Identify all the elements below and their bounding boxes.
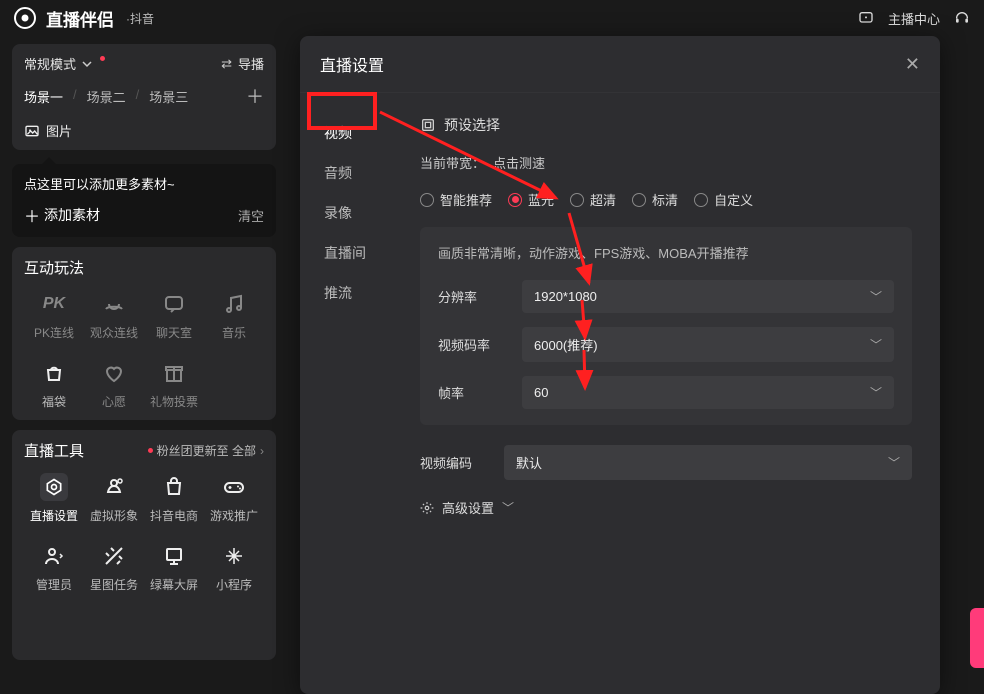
chevron-down-icon: ﹀ <box>870 288 882 305</box>
fps-select[interactable]: 60﹀ <box>522 376 894 409</box>
admin-tool[interactable]: 管理员 <box>24 542 84 593</box>
side-tab-handle[interactable] <box>970 608 984 668</box>
scene-panel: 常规模式 ⇄ 导播 场景一 / 场景二 / 场景三 ＋ <box>12 44 276 150</box>
miniapp-tool[interactable]: 小程序 <box>204 542 264 593</box>
quality-radio-group: 智能推荐 蓝光 超清 标清 自定义 <box>420 190 912 209</box>
mode-dot-icon <box>100 56 105 61</box>
radio-bluray[interactable]: 蓝光 <box>508 190 554 209</box>
tools-panel: 直播工具 粉丝团更新至 全部 › 直播设置 虚拟形象 抖音电商 游戏推广 管理员… <box>12 430 276 660</box>
fans-update-link[interactable]: 粉丝团更新至 全部 › <box>148 442 264 459</box>
radio-uhd[interactable]: 超清 <box>570 190 616 209</box>
nav-record[interactable]: 录像 <box>300 193 410 233</box>
live-settings-tool[interactable]: 直播设置 <box>24 473 84 524</box>
red-dot-icon <box>148 448 153 453</box>
star-task-tool[interactable]: 星图任务 <box>84 542 144 593</box>
radio-custom[interactable]: 自定义 <box>694 190 753 209</box>
chatroom-item[interactable]: 聊天室 <box>144 290 204 341</box>
bitrate-label: 视频码率 <box>438 335 502 354</box>
settings-modal: 直播设置 ✕ 视频 音频 录像 直播间 推流 预设选择 当前带 <box>300 36 940 694</box>
chevron-down-icon: ﹀ <box>870 384 882 401</box>
interactive-title: 互动玩法 <box>24 257 264 278</box>
guide-label: 导播 <box>238 54 264 73</box>
add-material-button[interactable]: ＋ 添加素材 <box>24 203 100 227</box>
modal-title: 直播设置 <box>320 52 384 76</box>
scene-tab-1[interactable]: 场景一 <box>24 87 63 106</box>
clear-button[interactable]: 清空 <box>238 206 264 225</box>
chevron-down-icon: ﹀ <box>888 454 900 471</box>
nav-audio[interactable]: 音频 <box>300 153 410 193</box>
content-area: 直播设置 ✕ 视频 音频 录像 直播间 推流 预设选择 当前带 <box>288 36 984 668</box>
app-name: 直播伴侣 <box>46 6 114 31</box>
modal-nav: 视频 音频 录像 直播间 推流 <box>300 93 410 694</box>
modal-content: 预设选择 当前带宽： 点击测速 智能推荐 蓝光 超清 标清 自定义 画质非 <box>410 93 940 694</box>
preset-label: 预设选择 <box>444 115 500 135</box>
chevron-down-icon <box>82 59 92 69</box>
pk-link-item[interactable]: PKPK连线 <box>24 290 84 341</box>
fps-label: 帧率 <box>438 383 502 402</box>
topbar-right: 主播中心 <box>858 9 970 28</box>
ecommerce-tool[interactable]: 抖音电商 <box>144 473 204 524</box>
close-button[interactable]: ✕ <box>905 54 920 75</box>
bandwidth-test-button[interactable]: 点击测速 <box>493 153 545 172</box>
interactive-panel: 互动玩法 PKPK连线 观众连线 聊天室 音乐 福袋 心愿 礼物投票 <box>12 247 276 420</box>
nav-video[interactable]: 视频 <box>300 113 410 153</box>
advanced-settings-button[interactable]: 高级设置 ﹀ <box>420 498 912 517</box>
music-item[interactable]: 音乐 <box>204 290 264 341</box>
game-promo-tool[interactable]: 游戏推广 <box>204 473 264 524</box>
chevron-down-icon: ﹀ <box>502 499 514 516</box>
radio-smart[interactable]: 智能推荐 <box>420 190 492 209</box>
encoding-label: 视频编码 <box>420 453 484 472</box>
add-scene-button[interactable]: ＋ <box>246 83 264 109</box>
gift-vote-item[interactable]: 礼物投票 <box>144 359 204 410</box>
resolution-select[interactable]: 1920*1080﹀ <box>522 280 894 313</box>
msg-icon[interactable] <box>858 10 874 26</box>
nav-room[interactable]: 直播间 <box>300 233 410 273</box>
mode-label[interactable]: 常规模式 <box>24 54 76 73</box>
nav-push[interactable]: 推流 <box>300 273 410 313</box>
headset-icon[interactable] <box>954 10 970 26</box>
image-label: 图片 <box>46 121 72 140</box>
sidebar: 常规模式 ⇄ 导播 场景一 / 场景二 / 场景三 ＋ <box>0 36 288 668</box>
chevron-down-icon: ﹀ <box>870 336 882 353</box>
resolution-label: 分辨率 <box>438 287 502 306</box>
quality-desc: 画质非常清晰，动作游戏、FPS游戏、MOBA开播推荐 <box>438 243 894 262</box>
guide-button[interactable]: ⇄ 导播 <box>221 54 264 73</box>
logo-icon <box>14 7 36 29</box>
preset-icon <box>420 117 436 133</box>
wish-item[interactable]: 心愿 <box>84 359 144 410</box>
add-material-label: 添加素材 <box>44 205 100 225</box>
tooltip-text: 点这里可以添加更多素材~ <box>24 177 175 192</box>
bitrate-select[interactable]: 6000(推荐)﹀ <box>522 327 894 362</box>
topbar: 直播伴侣 ·抖音 主播中心 <box>0 0 984 36</box>
tooltip-balloon: 点这里可以添加更多素材~ ＋ 添加素材 清空 <box>12 164 276 237</box>
anchor-center-link[interactable]: 主播中心 <box>888 9 940 28</box>
bandwidth-label: 当前带宽： <box>420 153 485 172</box>
audience-link-item[interactable]: 观众连线 <box>84 290 144 341</box>
image-source-item[interactable]: 图片 <box>24 121 264 140</box>
image-icon <box>24 123 40 139</box>
app-subtitle: ·抖音 <box>126 10 154 27</box>
scene-tab-3[interactable]: 场景三 <box>149 87 188 106</box>
radio-sd[interactable]: 标清 <box>632 190 678 209</box>
tools-title: 直播工具 <box>24 440 84 461</box>
quality-detail-panel: 画质非常清晰，动作游戏、FPS游戏、MOBA开播推荐 分辨率 1920*1080… <box>420 227 912 425</box>
scene-tab-2[interactable]: 场景二 <box>87 87 126 106</box>
greenscreen-tool[interactable]: 绿幕大屏 <box>144 542 204 593</box>
avatar-tool[interactable]: 虚拟形象 <box>84 473 144 524</box>
gear-icon <box>420 501 434 515</box>
luckybag-item[interactable]: 福袋 <box>24 359 84 410</box>
encoding-select[interactable]: 默认﹀ <box>504 445 912 480</box>
